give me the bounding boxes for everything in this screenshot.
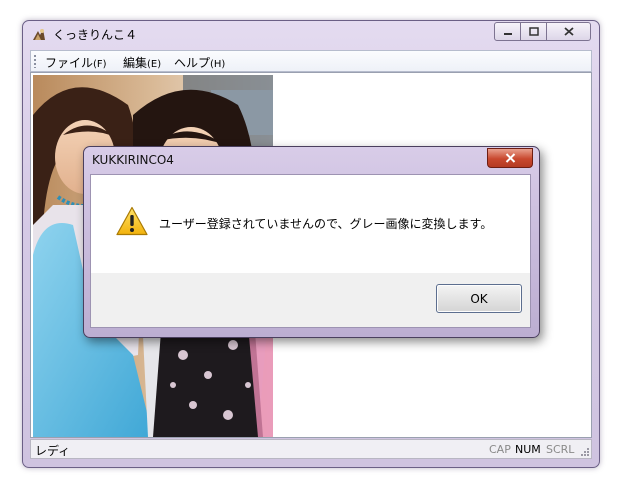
menu-edit-label: 編集 [123,56,148,70]
status-text: レディ [35,444,71,458]
maximize-icon [528,27,539,36]
menu-help-accel: (H) [210,59,226,70]
menu-file-accel: (F) [93,59,107,70]
app-icon [33,29,45,40]
menu-file[interactable]: ファイル(F) [45,54,107,71]
message-dialog: KUKKIRINCO4 ユーザー登録されていませんので、グレー画像に変換します。… [83,146,540,338]
menu-file-label: ファイル [45,56,94,70]
close-icon [505,153,515,163]
resize-grip-icon[interactable] [580,447,590,457]
scrl-indicator: SCRL [546,443,575,456]
menu-edit[interactable]: 編集(E) [123,54,161,71]
warning-icon [116,206,148,236]
window-controls [494,22,591,41]
cap-indicator: CAP [489,443,511,456]
menu-help-label: ヘルプ [174,56,211,70]
num-indicator: NUM [515,443,541,456]
window-title: くっきりんこ４ [53,28,138,42]
close-icon [563,27,574,36]
minimize-button[interactable] [494,22,521,41]
menu-help[interactable]: ヘルプ(H) [174,54,225,71]
close-button[interactable] [547,22,591,41]
ok-button[interactable]: OK [436,284,522,313]
menu-bar: ファイル(F) 編集(E) ヘルプ(H) [30,50,592,72]
dialog-body: ユーザー登録されていませんので、グレー画像に変換します。 [90,174,531,273]
menu-grip[interactable] [34,55,36,68]
status-bar: レディ CAP NUM SCRL [30,439,592,459]
menu-edit-accel: (E) [147,59,162,70]
dialog-message: ユーザー登録されていませんので、グレー画像に変換します。 [159,217,493,231]
dialog-title: KUKKIRINCO4 [92,153,174,167]
maximize-button[interactable] [521,22,547,41]
dialog-close-button[interactable] [487,148,533,168]
dialog-footer: OK [90,273,531,328]
minimize-icon [503,32,512,35]
title-bar[interactable]: くっきりんこ４ [23,21,599,47]
